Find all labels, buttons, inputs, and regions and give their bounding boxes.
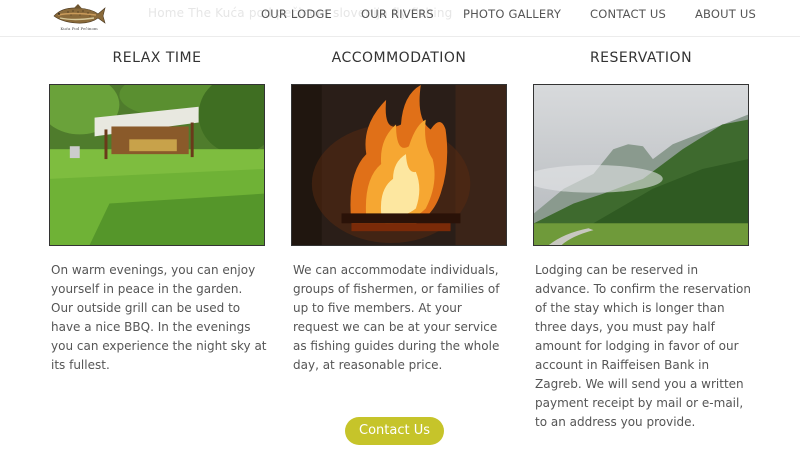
logo-caption: Kuća Pod Pečinom [60,26,98,31]
mountain-valley-photo [533,84,749,246]
accommodation-text: We can accommodate individuals, groups o… [293,263,500,372]
reservation-column: RESERVATION Lodging can be reserved in a… [533,50,751,432]
nav-our-rivers[interactable]: OUR RIVERS [361,7,434,21]
reservation-text: Lodging can be reserved in advance. To c… [535,263,751,429]
garden-gazebo-photo [49,84,265,246]
fireplace-photo [291,84,507,246]
nav-photo-gallery[interactable]: PHOTO GALLERY [463,7,561,21]
relax-time-text: On warm evenings, you can enjoy yourself… [51,263,267,372]
relax-time-title: RELAX TIME [112,50,202,66]
main-nav: OUR LODGE OUR RIVERS PHOTO GALLERY CONTA… [232,0,756,28]
accommodation-column: ACCOMMODATION We can accommodate individ… [291,50,507,375]
accommodation-title: ACCOMMODATION [331,50,467,66]
nav-contact-us[interactable]: CONTACT US [590,7,666,21]
header-bar: Kuća Pod Pečinom Home The Kuća pod pečin… [0,0,800,37]
nav-our-lodge[interactable]: OUR LODGE [261,7,332,21]
nav-about-us[interactable]: ABOUT US [695,7,756,21]
reservation-title: RESERVATION [589,50,693,66]
contact-us-button[interactable]: Contact Us [345,417,444,445]
relax-time-column: RELAX TIME On warm evenings, you can enj… [49,50,267,375]
